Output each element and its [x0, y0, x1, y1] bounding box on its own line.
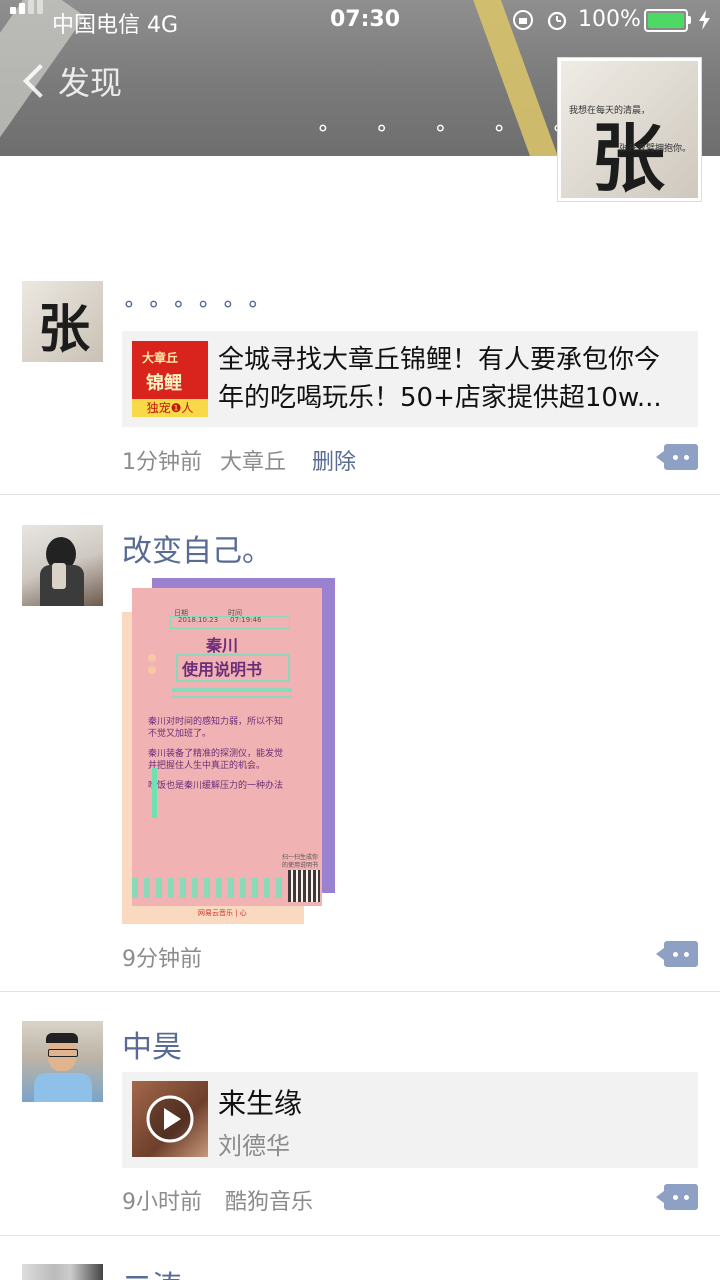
- post-avatar[interactable]: [22, 1264, 103, 1280]
- post-author-name[interactable]: 中昊: [122, 1022, 182, 1066]
- post-time: 9分钟前: [122, 947, 202, 972]
- music-title: 来生缘: [218, 1087, 303, 1120]
- post-divider: [0, 991, 720, 992]
- back-label: 发现: [58, 64, 123, 102]
- comment-icon[interactable]: [656, 941, 698, 967]
- post-divider: [0, 1235, 720, 1236]
- post-time: 1分钟前: [122, 450, 202, 475]
- comment-icon[interactable]: [656, 444, 698, 470]
- comment-icon[interactable]: [656, 1184, 698, 1210]
- link-title: 全城寻找大章丘锦鲤！有人要承包你今年的吃喝玩乐！50+店家提供超10w...: [218, 345, 662, 413]
- link-card[interactable]: 大章丘 锦鲤 独宠❶人 全城寻找大章丘锦鲤！有人要承包你今年的吃喝玩乐！50+店…: [122, 331, 698, 427]
- post-time: 9小时前: [122, 1190, 202, 1215]
- post-avatar[interactable]: 张: [22, 281, 103, 362]
- qr-code: [288, 870, 320, 902]
- profile-avatar[interactable]: 我想在每天的清晨， 张 张开双臂拥抱你。: [558, 58, 701, 201]
- music-artist: 刘德华: [218, 1132, 290, 1160]
- post-author-name[interactable]: ∘ ∘ ∘ ∘ ∘ ∘: [122, 292, 262, 317]
- post-avatar[interactable]: [22, 1021, 103, 1102]
- battery-icon: [644, 9, 688, 32]
- back-button[interactable]: 发现: [18, 58, 122, 104]
- chevron-left-icon: [23, 64, 57, 98]
- carrier-label: 中国电信 4G: [52, 13, 179, 38]
- status-bar: 中国电信 4G 07:30 100%: [0, 0, 720, 40]
- post-author-name[interactable]: 改变自己。: [122, 526, 272, 570]
- charging-icon: [699, 10, 710, 30]
- battery-percent: 100%: [578, 7, 641, 32]
- music-card[interactable]: 来生缘 刘德华: [122, 1072, 698, 1168]
- delete-button[interactable]: 删除: [312, 444, 356, 476]
- post-avatar[interactable]: [22, 525, 103, 606]
- post-source[interactable]: 酷狗音乐: [225, 1184, 313, 1216]
- poster-subtitle: 使用说明书: [182, 660, 263, 679]
- poster-image[interactable]: 日期 时间 2018.10.23 07:19:46 秦川 使用说明书 秦川对时间…: [132, 588, 322, 917]
- post-divider: [0, 494, 720, 495]
- play-icon[interactable]: [145, 1094, 195, 1144]
- avatar-caption-2: 张开双臂拥抱你。: [619, 144, 692, 154]
- status-time: 07:30: [330, 7, 401, 32]
- post-author-name[interactable]: 二涛: [122, 1262, 182, 1280]
- lock-alarm-icons: [513, 10, 567, 31]
- music-thumbnail: [132, 1081, 208, 1157]
- link-thumbnail: 大章丘 锦鲤 独宠❶人: [132, 341, 208, 417]
- poster-title: 秦川: [206, 636, 239, 655]
- post-location[interactable]: 大章丘: [220, 444, 286, 476]
